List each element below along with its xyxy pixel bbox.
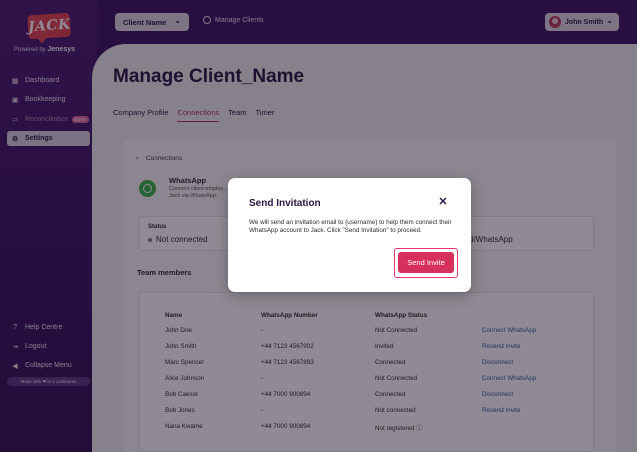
send-invite-button[interactable]: Send Invite: [398, 252, 454, 273]
modal-title: Send Invitation: [249, 198, 321, 209]
modal-body: We will send an invitation email to {use…: [249, 219, 452, 234]
close-icon[interactable]: ✕: [437, 196, 449, 208]
send-invitation-modal: Send Invitation ✕ We will send an invita…: [228, 178, 471, 292]
